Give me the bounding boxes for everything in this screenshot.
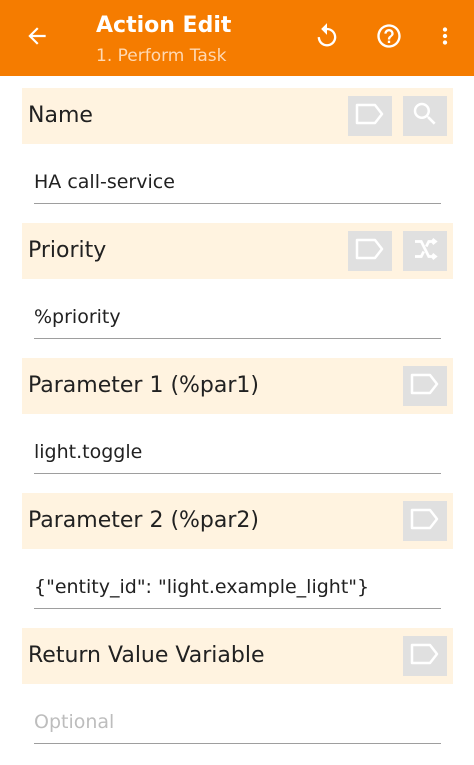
more-vertical-icon — [432, 23, 458, 53]
action-edit-form: Name Priority — [0, 76, 474, 765]
return-value-field[interactable] — [34, 700, 441, 744]
label-tag-icon — [355, 102, 385, 130]
return-value-label-button[interactable] — [403, 636, 447, 676]
title-block: Action Edit 1. Perform Task — [96, 12, 231, 68]
parameter-2-label: Parameter 2 (%par2) — [28, 508, 259, 533]
label-tag-icon — [410, 642, 440, 670]
parameter-1-field[interactable] — [34, 430, 441, 474]
return-value-label: Return Value Variable — [28, 643, 265, 668]
parameter-1-header: Parameter 1 (%par1) — [22, 358, 453, 414]
name-label-button[interactable] — [348, 96, 392, 136]
parameter-1-field-container — [34, 430, 441, 474]
parameter-2-label-button[interactable] — [403, 501, 447, 541]
parameter-1-label: Parameter 1 (%par1) — [28, 373, 259, 398]
name-search-button[interactable] — [403, 96, 447, 136]
label-tag-icon — [410, 372, 440, 400]
app-bar: Action Edit 1. Perform Task — [0, 0, 474, 76]
label-tag-icon — [355, 237, 385, 265]
priority-field-container — [34, 295, 441, 339]
help-button[interactable] — [366, 0, 412, 76]
overflow-menu-button[interactable] — [424, 0, 466, 76]
undo-button[interactable] — [304, 0, 350, 76]
label-tag-icon — [410, 507, 440, 535]
name-field[interactable] — [34, 160, 441, 204]
priority-label: Priority — [28, 238, 107, 263]
undo-icon — [313, 22, 341, 54]
name-field-container — [34, 160, 441, 204]
arrow-left-icon — [24, 23, 50, 53]
search-icon — [410, 99, 440, 133]
name-header: Name — [22, 88, 453, 144]
priority-field[interactable] — [34, 295, 441, 339]
return-value-field-container — [34, 700, 441, 744]
priority-header: Priority — [22, 223, 453, 279]
return-value-header: Return Value Variable — [22, 628, 453, 684]
priority-label-button[interactable] — [348, 231, 392, 271]
help-circle-icon — [375, 22, 403, 54]
parameter-2-header: Parameter 2 (%par2) — [22, 493, 453, 549]
page-title: Action Edit — [96, 13, 232, 38]
priority-variable-button[interactable] — [403, 231, 447, 271]
parameter-2-field-container — [34, 565, 441, 609]
parameter-2-field[interactable] — [34, 565, 441, 609]
parameter-1-label-button[interactable] — [403, 366, 447, 406]
name-label: Name — [28, 103, 93, 128]
variable-crossed-icon — [410, 234, 440, 268]
back-button[interactable] — [14, 0, 60, 76]
page-subtitle: 1. Perform Task — [96, 46, 227, 66]
